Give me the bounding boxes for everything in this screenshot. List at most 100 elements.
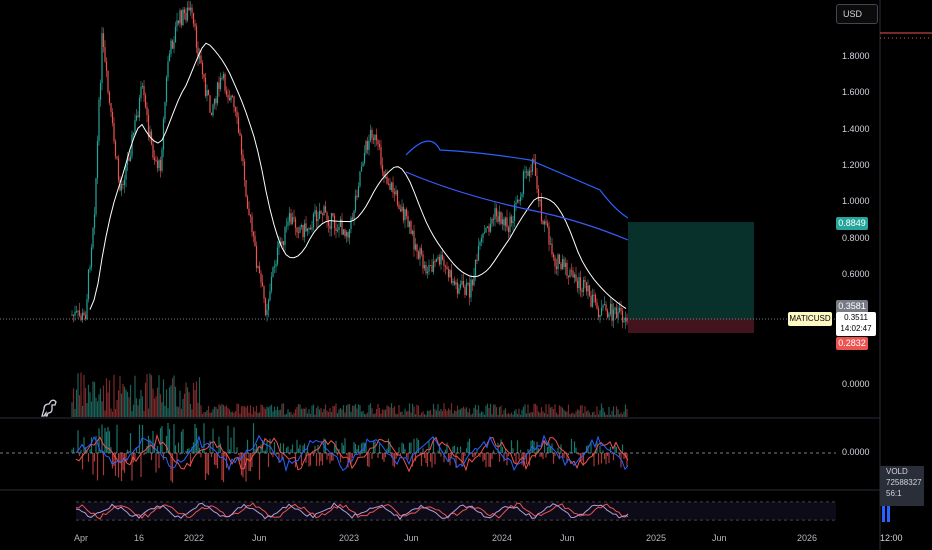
candle-body xyxy=(591,294,594,307)
target-zone[interactable] xyxy=(628,222,754,319)
candle-body xyxy=(459,284,462,289)
volume-bar xyxy=(567,404,570,417)
candle-body xyxy=(440,254,442,265)
volume-bar xyxy=(518,408,520,417)
candle-body xyxy=(317,218,319,222)
candle-body xyxy=(93,214,96,228)
candle-body xyxy=(120,183,123,191)
volume-bar xyxy=(291,414,294,417)
volume-bar xyxy=(245,407,247,417)
volume-bar xyxy=(129,384,132,417)
candle-body xyxy=(200,55,202,63)
candle-body xyxy=(86,299,88,320)
candle-body xyxy=(573,274,576,278)
volume-bar xyxy=(125,389,127,417)
candle-body xyxy=(249,214,252,217)
candle-body xyxy=(308,228,310,230)
candle-body xyxy=(117,158,120,180)
candle-body xyxy=(315,210,318,222)
candle-body xyxy=(132,132,135,135)
candle-body xyxy=(77,310,79,312)
candle-body xyxy=(492,218,495,220)
volume-bar xyxy=(72,388,75,417)
candle-body xyxy=(302,224,304,238)
oscillator-bar xyxy=(575,447,577,453)
volume-bar xyxy=(569,414,571,417)
candle-body xyxy=(534,161,537,176)
oscillator-bar xyxy=(357,445,360,453)
candle-body xyxy=(281,241,283,244)
oscillator-bar xyxy=(599,445,601,453)
currency-selector[interactable]: USD xyxy=(836,4,878,24)
candle-body xyxy=(101,33,103,84)
volume-bar xyxy=(546,414,549,417)
volume-bar xyxy=(393,406,396,417)
candle-body xyxy=(191,7,193,13)
candle-body xyxy=(528,170,531,176)
volume-bar xyxy=(116,399,118,417)
volume-bar xyxy=(465,407,468,417)
oscillator-bar xyxy=(417,439,420,453)
volume-bar xyxy=(137,405,139,417)
volume-bar xyxy=(558,405,561,417)
price-chart[interactable] xyxy=(0,0,932,550)
candle-body xyxy=(384,176,387,178)
chart-canvas[interactable]: USD 1.8000 1.6000 1.4000 1.2000 1.0000 0… xyxy=(0,0,932,550)
volume-bar xyxy=(285,413,288,417)
volume-bar xyxy=(548,404,550,417)
time-axis-label: 16 xyxy=(134,533,145,543)
candle-body xyxy=(168,53,171,62)
oscillator-bar xyxy=(267,453,270,468)
candle-body xyxy=(71,314,73,316)
candle-body xyxy=(306,228,309,232)
candle-body xyxy=(293,217,295,219)
volume-bar xyxy=(252,406,255,417)
candle-body xyxy=(410,221,412,234)
dinosaur-icon[interactable] xyxy=(38,396,60,418)
volume-bar xyxy=(342,405,345,417)
oscillator-bar xyxy=(476,449,478,453)
volume-bar xyxy=(621,414,624,417)
oscillator-bar xyxy=(95,435,97,453)
volume-bar xyxy=(144,382,147,417)
candle-body xyxy=(572,270,574,278)
stop-zone[interactable] xyxy=(628,319,754,333)
volume-bar xyxy=(135,398,138,417)
volume-bar xyxy=(401,411,403,417)
candle-body xyxy=(578,277,580,288)
candle-body xyxy=(273,266,276,268)
candle-body xyxy=(599,315,601,318)
oscillator-bar xyxy=(204,453,207,480)
volume-bar xyxy=(327,411,330,417)
oscillator-bar xyxy=(231,452,234,453)
oscillator-bar xyxy=(377,453,379,458)
volume-bar xyxy=(282,403,285,417)
oscillator-bar xyxy=(351,453,354,458)
candle-body xyxy=(309,228,312,230)
volume-bar xyxy=(623,411,625,417)
candle-body xyxy=(146,107,148,116)
volume-bar xyxy=(321,412,324,417)
ticker-label[interactable]: MATICUSD xyxy=(788,312,832,326)
volume-bar xyxy=(620,412,622,417)
volume-bar xyxy=(188,392,190,417)
volume-bar xyxy=(140,389,142,417)
candle-body xyxy=(579,277,582,291)
volume-bar xyxy=(561,407,564,417)
volume-bar xyxy=(464,408,466,417)
volume-bar xyxy=(602,407,604,417)
oscillator-bar xyxy=(423,453,426,459)
oscillator-bar xyxy=(78,453,81,457)
volume-bar xyxy=(405,411,408,417)
candle-body xyxy=(446,266,448,270)
volume-bar xyxy=(584,406,586,417)
candle-body xyxy=(348,229,351,238)
volume-bar xyxy=(146,374,148,417)
volume-bar xyxy=(530,411,532,417)
oscillator-bar xyxy=(182,429,184,453)
volume-bar xyxy=(551,406,553,417)
candle-body xyxy=(201,62,204,75)
candle-body xyxy=(164,101,166,120)
candle-body xyxy=(207,90,210,96)
candle-body xyxy=(518,199,520,202)
